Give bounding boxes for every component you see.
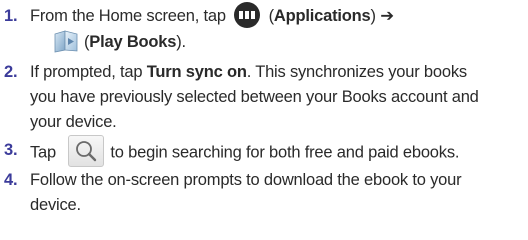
instruction-document: 1. From the Home screen, tap (Applicatio… — [0, 0, 528, 240]
turn-sync-on-label: Turn sync on — [146, 63, 247, 81]
step-number: 3. — [4, 141, 18, 159]
step-4-line-2: device. — [30, 196, 81, 214]
step-text: to begin searching for both free and pai… — [110, 143, 460, 162]
step-text: From the Home screen, tap — [30, 7, 231, 25]
step-4-line-1: Follow the on-screen prompts to download… — [30, 171, 462, 189]
step-number: 4. — [4, 171, 18, 189]
paren-arrow: ) ➔ — [370, 7, 395, 25]
step-1-line-2: (Play Books). — [52, 29, 186, 55]
step-1-line-1: From the Home screen, tap (Applications)… — [30, 1, 395, 30]
applications-label: Applications — [273, 7, 371, 25]
play-books-label: Play Books — [89, 33, 177, 51]
step-text: Tap — [30, 143, 61, 162]
step-number: 2. — [4, 63, 18, 81]
step-2-line-1: If prompted, tap Turn sync on. This sync… — [30, 59, 467, 85]
step-2-line-3: your device. — [30, 113, 117, 131]
search-icon — [68, 135, 105, 167]
apps-grid-icon — [234, 1, 261, 28]
step-text: . This synchronizes your books — [246, 63, 467, 81]
step-text: If prompted, tap — [30, 63, 147, 81]
step-number: 1. — [4, 7, 18, 25]
paren: ). — [176, 33, 186, 51]
step-2-line-2: you have previously selected between you… — [30, 88, 479, 106]
play-books-icon — [54, 30, 78, 53]
step-3-line-1: Tap to begin searching for both free and… — [30, 135, 460, 169]
